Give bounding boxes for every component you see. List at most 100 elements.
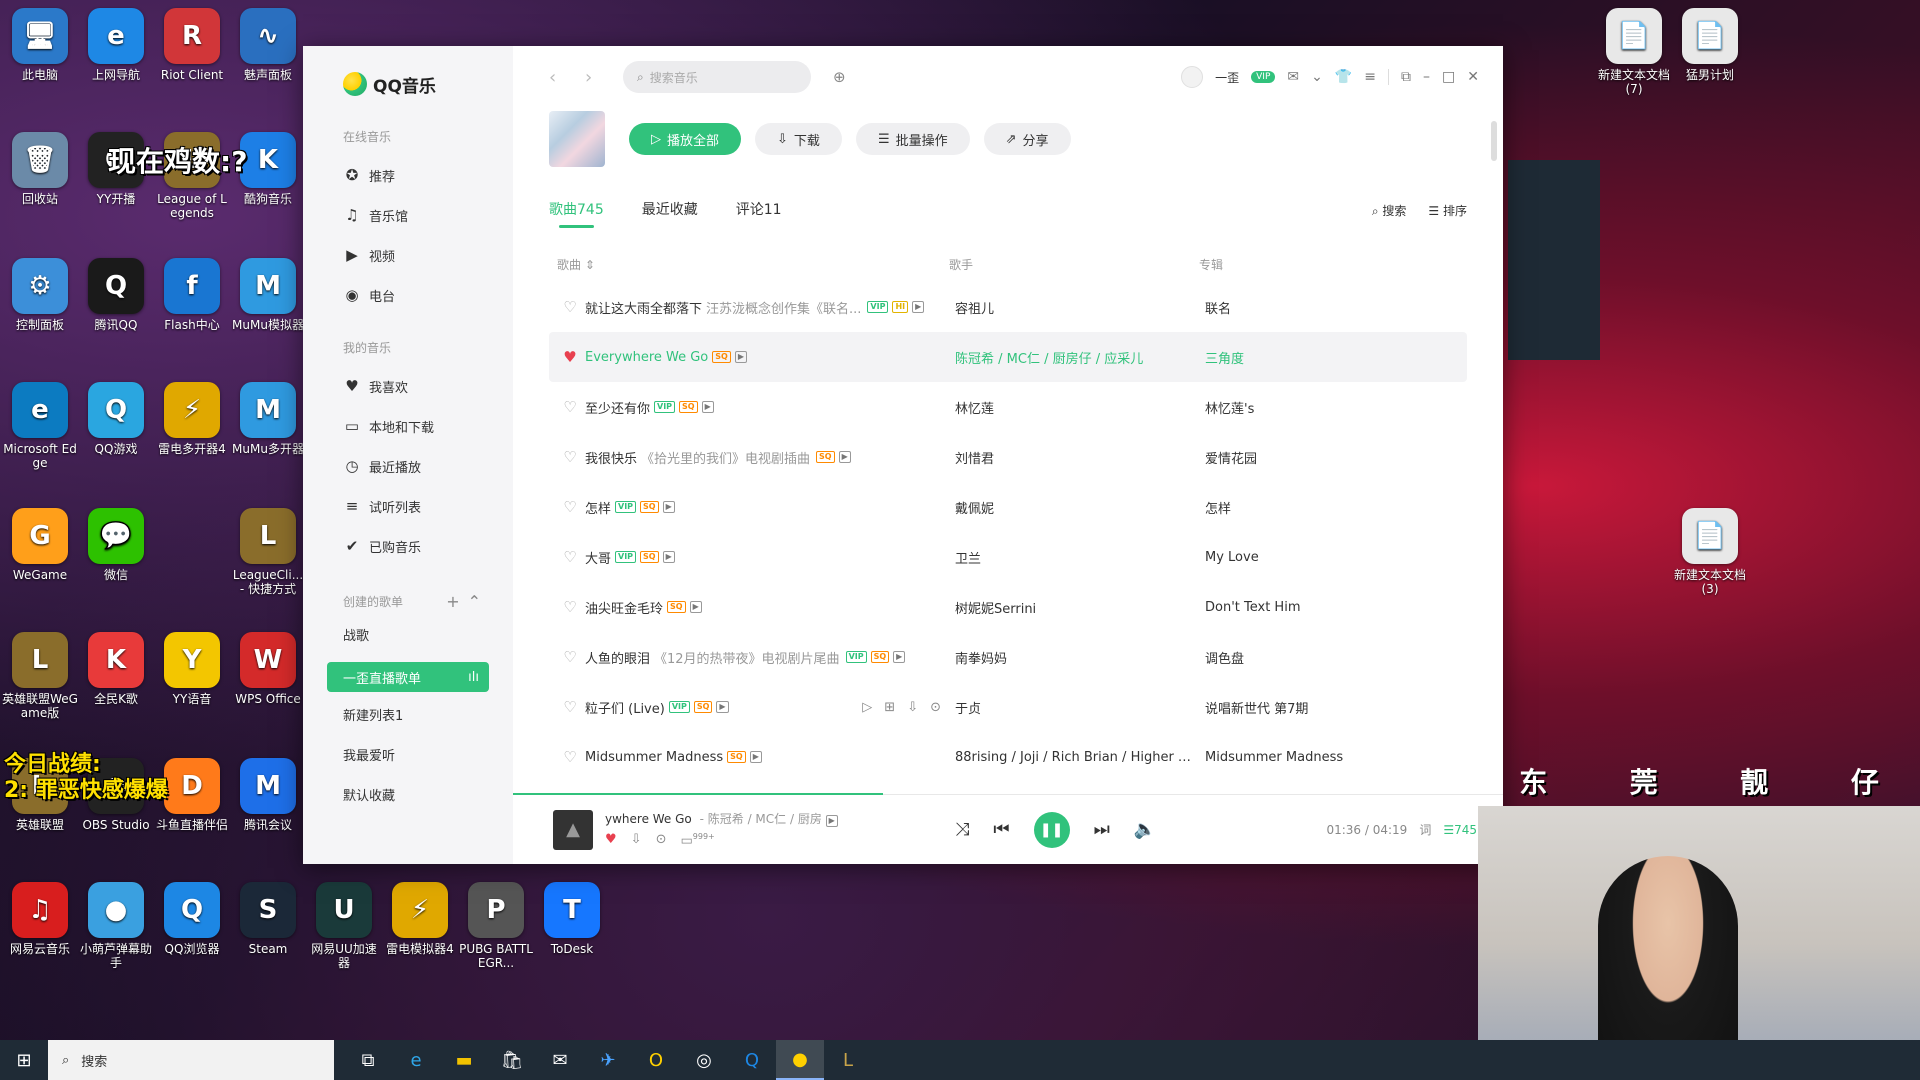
song-album[interactable]: 联名 [1205,298,1467,317]
desktop-icon[interactable]: e 上网导航 [78,8,154,82]
desktop-icon[interactable]: 💬 微信 [78,508,154,582]
mini-mode-icon[interactable]: ⧉ [1401,69,1411,85]
heart-icon[interactable]: ♥ [555,348,585,366]
scrollbar[interactable] [1491,121,1497,161]
more-icon[interactable]: ⊙ [930,700,941,715]
volume-icon[interactable]: 🔈 [1134,819,1156,840]
vip-badge[interactable]: VIP [1251,71,1276,83]
desktop-icon[interactable]: S Steam [230,882,306,956]
qq-music-taskbar-icon[interactable]: ● [776,1040,824,1080]
col-title[interactable]: 歌曲 ⇕ [549,256,949,273]
desktop-icon[interactable]: L LeagueCli... - 快捷方式 [230,508,306,596]
desktop-icon[interactable]: M MuMu多开器 [230,382,306,456]
search-input[interactable]: ⌕ 搜索音乐 [623,61,811,93]
mail-icon[interactable]: ✉ [536,1040,584,1080]
table-row[interactable]: ♡ 人鱼的眼泪 《12月的热带夜》电视剧片尾曲 VIP SQ ▶ 南拳妈妈 调色盘 [549,632,1467,682]
chevron-down-icon[interactable]: ⌄ [1311,69,1323,85]
sidebar-item[interactable]: ◉ 电台 [303,275,513,315]
sidebar-item[interactable]: ✔ 已购音乐 [303,526,513,566]
song-singer[interactable]: 卫兰 [955,548,1205,567]
bird-app-icon[interactable]: ✈ [584,1040,632,1080]
list-search-button[interactable]: ⌕ 搜索 [1372,202,1407,219]
song-album[interactable]: 林忆莲's [1205,398,1467,417]
desktop-icon[interactable]: ⚙ 控制面板 [2,258,78,332]
add-playlist-icon[interactable]: + [446,592,467,611]
now-playing-cover[interactable]: ▲ [553,809,593,850]
song-album[interactable]: 爱情花园 [1205,448,1467,467]
tab-recent-fav[interactable]: 最近收藏 [642,190,698,230]
sidebar-item[interactable]: ◷ 最近播放 [303,446,513,486]
mv-badge-icon[interactable]: ▶ [749,751,762,763]
tab-comments[interactable]: 评论11 [736,190,782,230]
playlist-cover[interactable] [549,111,605,167]
song-album[interactable]: 说唱新世代 第7期 [1205,698,1467,717]
desktop-icon[interactable]: M MuMu模拟器 [230,258,306,332]
desktop-icon[interactable]: 🖥 此电脑 [2,8,78,82]
heart-icon[interactable]: ♡ [555,598,585,616]
user-name[interactable]: 一歪 [1215,69,1239,86]
desktop-icon[interactable]: R Riot Client [154,8,230,82]
playlist-item-active[interactable]: 一歪直播歌单 ılı [327,662,489,692]
collapse-icon[interactable]: ⌃ [468,592,489,611]
song-singer[interactable]: 于贞 [955,698,1205,717]
desktop-icon[interactable]: Q QQ浏览器 [154,882,230,956]
desktop-icon[interactable]: ♫ 网易云音乐 [2,882,78,956]
playlist-count-button[interactable]: ☰745 [1443,823,1477,837]
previous-icon[interactable]: ⏮ [993,819,1009,840]
mv-badge-icon[interactable]: ▶ [701,401,714,413]
heart-icon[interactable]: ♡ [555,698,585,716]
mv-badge-icon[interactable]: ▶ [716,701,729,713]
more-icon[interactable]: ⊙ [656,832,667,848]
share-button[interactable]: ⇗ 分享 [983,123,1071,155]
windows-start-icon[interactable]: ⊞ [0,1050,48,1071]
song-title[interactable]: 至少还有你 [585,398,650,417]
table-row[interactable]: ♡ 大哥 VIP SQ ▶ 卫兰 My Love [549,532,1467,582]
song-album[interactable]: 调色盘 [1205,648,1467,667]
mv-icon[interactable]: ▶ [825,815,838,828]
skin-icon[interactable]: 👕 [1335,69,1352,85]
play-icon[interactable]: ▷ [862,700,872,715]
song-singer[interactable]: 陈冠希 / MC仁 / 厨房仔 / 应采儿 [955,348,1205,367]
sidebar-item[interactable]: ✪ 推荐 [303,155,513,195]
mv-badge-icon[interactable]: ▶ [734,351,747,363]
song-singer[interactable]: 容祖儿 [955,298,1205,317]
song-singer[interactable]: 树妮妮Serrini [955,598,1205,617]
table-row[interactable]: ♡ 就让这大雨全都落下 汪苏泷概念创作集《联名... VIP HI ▶ 容祖儿 联名 [549,282,1467,332]
mv-badge-icon[interactable]: ▶ [912,301,925,313]
song-album[interactable]: Don't Text Him [1205,600,1467,615]
song-singer[interactable]: 南拳妈妈 [955,648,1205,667]
mv-badge-icon[interactable]: ▶ [662,551,675,563]
table-row[interactable]: ♡ 至少还有你 VIP SQ ▶ 林忆莲 林忆莲's [549,382,1467,432]
song-title[interactable]: Everywhere We Go [585,350,708,365]
mv-badge-icon[interactable]: ▶ [689,601,702,613]
desktop-icon[interactable]: f Flash中心 [154,258,230,332]
voice-search-icon[interactable]: ⊕ [833,68,846,86]
desktop-icon[interactable]: W WPS Office [230,632,306,706]
desktop-icon[interactable]: ∿ 魅声面板 [230,8,306,82]
table-row[interactable]: ♡ Midsummer Madness SQ ▶ 88rising / Joji / R… [549,732,1467,782]
desktop-icon[interactable]: ● 小萌芦弹幕助手 [78,882,154,970]
download-icon[interactable]: ⇩ [631,832,642,848]
playlist-item[interactable]: 我最爱听 [303,737,513,777]
mail-icon[interactable]: ✉ [1287,69,1299,85]
heart-icon[interactable]: ♡ [555,498,585,516]
song-singer[interactable]: 戴佩妮 [955,498,1205,517]
heart-icon[interactable]: ♡ [555,448,585,466]
progress-bar[interactable] [513,793,883,795]
maximize-icon[interactable]: □ [1442,69,1455,85]
close-icon[interactable]: ✕ [1467,69,1479,85]
add-icon[interactable]: ⊞ [884,700,895,715]
song-singer[interactable]: 林忆莲 [955,398,1205,417]
playlist-item[interactable]: 新建列表1 [303,697,513,737]
table-row[interactable]: ♡ 油尖旺金毛玲 SQ ▶ 树妮妮Serrini Don't Text Him [549,582,1467,632]
song-singer[interactable]: 刘惜君 [955,448,1205,467]
league-taskbar-icon[interactable]: L [824,1040,872,1080]
sidebar-item[interactable]: ▶ 视频 [303,235,513,275]
qq-browser-icon[interactable]: Q [728,1040,776,1080]
song-title[interactable]: 大哥 [585,548,611,567]
file-explorer-icon[interactable]: ▬ [440,1040,488,1080]
mv-badge-icon[interactable]: ▶ [893,651,906,663]
task-view-icon[interactable]: ⧉ [344,1040,392,1080]
desktop-icon[interactable]: ⚡ 雷电模拟器4 [382,882,458,956]
table-row[interactable]: ♥ Everywhere We Go SQ ▶ 陈冠希 / MC仁 / 厨房仔 / 应采… [549,332,1467,382]
